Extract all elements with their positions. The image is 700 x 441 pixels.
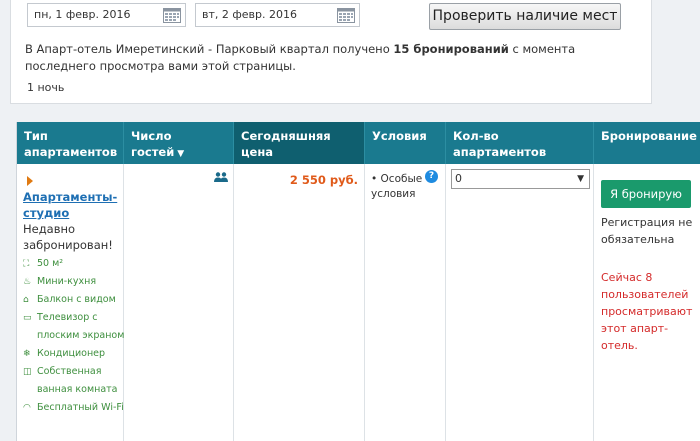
recently-booked-label: Недавно забронирован! bbox=[23, 222, 113, 252]
sort-caret-icon: ▼ bbox=[177, 149, 185, 159]
amenity-item: ❄ Кондиционер bbox=[23, 345, 127, 363]
room-qty-select[interactable]: 0 ▼ bbox=[451, 169, 590, 189]
checkin-date-input[interactable]: пн, 1 февр. 2016 bbox=[27, 3, 186, 27]
ac-icon: ❄ bbox=[23, 349, 31, 359]
header-guests-label: Число гостей bbox=[131, 129, 175, 159]
amenity-label: 50 м² bbox=[37, 258, 64, 269]
search-panel: пн, 1 февр. 2016 вт, 2 февр. 2016 Провер… bbox=[10, 0, 652, 104]
bookings-notice: В Апарт-отель Имеретинский - Парковый кв… bbox=[25, 41, 643, 75]
rooms-table: Тип апартаментов Число гостей ▼ Сегодняшн… bbox=[16, 122, 700, 441]
amenity-label: Собственная ванная комната bbox=[37, 366, 118, 395]
calendar-icon[interactable] bbox=[163, 7, 181, 23]
checkin-date-value: пн, 1 февр. 2016 bbox=[34, 8, 131, 21]
book-now-button[interactable]: Я бронирую bbox=[601, 180, 691, 208]
notice-bookings-count: 15 бронирований bbox=[393, 42, 509, 56]
header-room-type: Тип апартаментов bbox=[17, 122, 124, 164]
calendar-icon[interactable] bbox=[337, 7, 355, 23]
notice-prefix: В Апарт-отель Имеретинский - Парковый кв… bbox=[25, 42, 394, 56]
dropdown-arrow-icon: ▼ bbox=[577, 174, 584, 184]
amenity-item: ◫ Собственная ванная комната bbox=[23, 363, 127, 399]
amenity-label: Кондиционер bbox=[37, 348, 106, 359]
header-booking: Бронирование bbox=[601, 129, 697, 143]
col-qty bbox=[446, 164, 594, 441]
nights-label: 1 ночь bbox=[27, 81, 65, 94]
table-header: Тип апартаментов Число гостей ▼ Сегодняшн… bbox=[17, 122, 700, 164]
check-availability-button[interactable]: Проверить наличие мест bbox=[429, 3, 621, 30]
header-guests[interactable]: Число гостей ▼ bbox=[124, 122, 234, 164]
amenities-list: ⛶ 50 м² ♨ Мини-кухня ⌂ Балкон с видом ▭ … bbox=[23, 255, 127, 417]
amenity-label: Бесплатный Wi-Fi bbox=[37, 402, 124, 413]
wifi-icon: ◠ bbox=[23, 403, 31, 413]
col-guests bbox=[124, 164, 234, 441]
help-icon[interactable]: ? bbox=[425, 170, 438, 183]
kitchen-icon: ♨ bbox=[23, 277, 32, 287]
registration-note: Регистрация не обязательна bbox=[601, 216, 693, 246]
amenity-label: Телевизор с плоским экраном bbox=[37, 312, 125, 341]
qty-selected-value: 0 bbox=[455, 172, 462, 185]
header-price: Сегодняшняя цена bbox=[234, 122, 365, 164]
header-conditions: Условия bbox=[365, 122, 446, 164]
amenity-item: ◠ Бесплатный Wi-Fi bbox=[23, 399, 127, 417]
area-icon: ⛶ bbox=[23, 259, 30, 269]
col-conditions bbox=[365, 164, 446, 441]
checkout-date-value: вт, 2 февр. 2016 bbox=[202, 8, 298, 21]
tv-icon: ▭ bbox=[23, 313, 32, 323]
checkout-date-input[interactable]: вт, 2 февр. 2016 bbox=[195, 3, 360, 27]
amenity-item: ⛶ 50 м² bbox=[23, 255, 127, 273]
amenity-item: ⌂ Балкон с видом bbox=[23, 291, 127, 309]
amenity-label: Мини-кухня bbox=[37, 276, 97, 287]
room-price: 2 550 руб. bbox=[289, 173, 358, 187]
header-qty: Кол-во апартаментов bbox=[446, 122, 594, 164]
amenity-item: ♨ Мини-кухня bbox=[23, 273, 127, 291]
amenity-item: ▭ Телевизор с плоским экраном bbox=[23, 309, 127, 345]
viewers-alert: Сейчас 8 пользователей просматривают это… bbox=[601, 271, 693, 352]
amenity-label: Балкон с видом bbox=[37, 294, 116, 305]
guests-icon bbox=[214, 172, 228, 182]
col-price bbox=[234, 164, 365, 441]
bathroom-icon: ◫ bbox=[23, 367, 32, 377]
expand-arrow-icon[interactable] bbox=[27, 176, 33, 186]
balcony-icon: ⌂ bbox=[23, 295, 29, 305]
room-name-link[interactable]: Апартаменты-студио bbox=[23, 189, 123, 221]
